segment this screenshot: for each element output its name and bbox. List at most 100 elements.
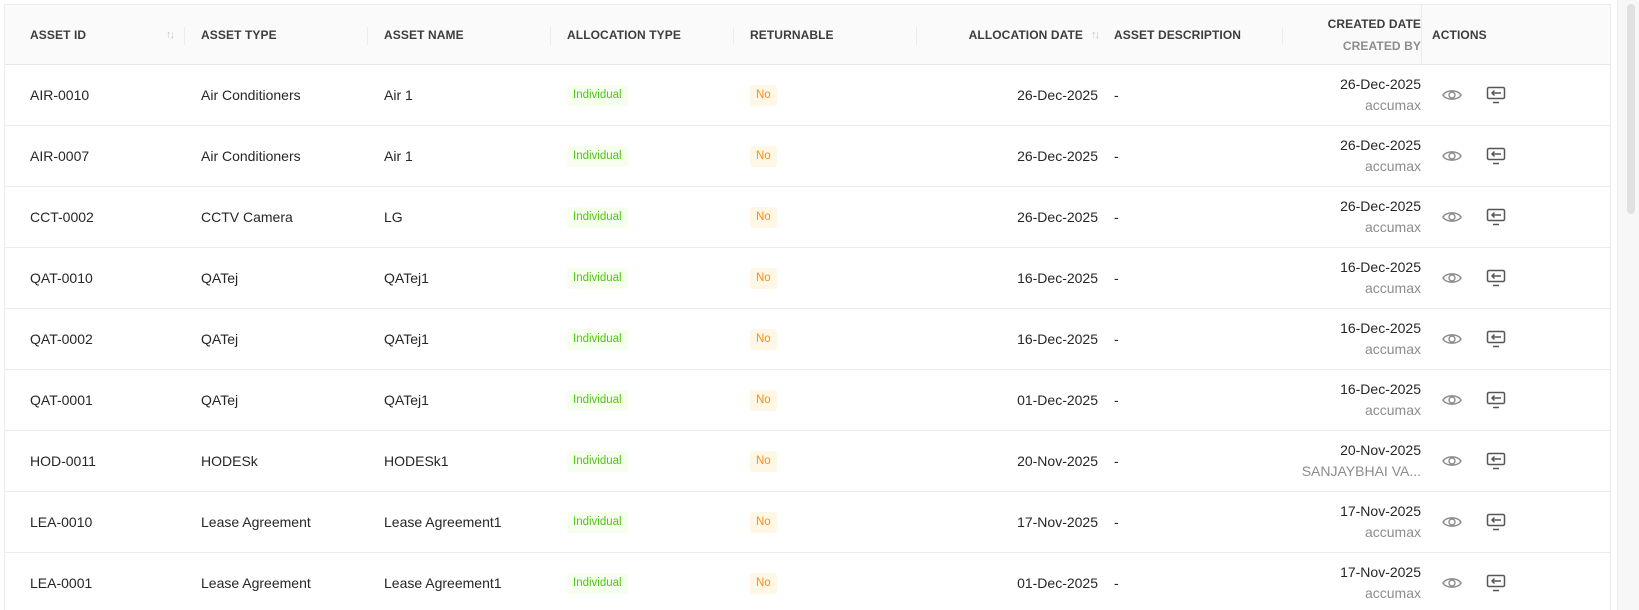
col-header-created-date: CREATED DATE	[1327, 16, 1421, 31]
sort-icon[interactable]: ↑↓	[166, 29, 175, 41]
returnable-tag: No	[750, 84, 777, 106]
asset-name-cell: LG	[384, 209, 403, 225]
asset-id-cell: QAT-0001	[30, 392, 93, 408]
allocation-type-tag: Individual	[567, 511, 628, 533]
col-header-created-by: CREATED BY	[1342, 38, 1421, 53]
returnable-tag: No	[750, 206, 777, 228]
monitor-arrow-icon[interactable]	[1485, 267, 1507, 289]
asset-type-cell: Lease Agreement	[201, 514, 311, 530]
asset-type-cell: Air Conditioners	[201, 148, 301, 164]
allocation-type-cell: Individual	[551, 187, 734, 247]
table-row[interactable]: AIR-0007 Air Conditioners Air 1 Individu…	[5, 126, 1610, 187]
asset-id-cell: QAT-0010	[30, 270, 93, 286]
created-by: accumax	[1364, 585, 1421, 601]
table-row[interactable]: LEA-0001 Lease Agreement Lease Agreement…	[5, 553, 1610, 610]
scrollbar-thumb[interactable]	[1627, 4, 1635, 214]
asset-name-cell: Lease Agreement1	[384, 575, 502, 591]
eye-icon[interactable]	[1441, 328, 1463, 350]
asset-type-cell: QATej	[201, 270, 239, 286]
col-header-asset-id[interactable]: ASSET ID ↑↓	[5, 5, 185, 65]
eye-icon[interactable]	[1441, 511, 1463, 533]
actions-cell	[1421, 309, 1591, 369]
asset-id-cell: QAT-0002	[30, 331, 93, 347]
monitor-arrow-icon[interactable]	[1485, 206, 1507, 228]
returnable-cell: No	[734, 309, 917, 369]
table-row[interactable]: HOD-0011 HODESk HODESk1 Individual No 20…	[5, 431, 1610, 492]
eye-icon[interactable]	[1441, 389, 1463, 411]
allocation-date-cell: 16-Dec-2025	[1017, 331, 1098, 347]
col-header-label: ASSET DESCRIPTION	[1114, 27, 1242, 42]
table-row[interactable]: QAT-0010 QATej QATej1 Individual No 16-D…	[5, 248, 1610, 309]
asset-type-cell: QATej	[201, 331, 239, 347]
allocation-type-tag: Individual	[567, 450, 628, 472]
table-row[interactable]: QAT-0002 QATej QATej1 Individual No 16-D…	[5, 309, 1610, 370]
returnable-tag: No	[750, 328, 777, 350]
created-cell: 17-Nov-2025 accumax	[1283, 492, 1421, 552]
created-cell: 26-Dec-2025 accumax	[1283, 126, 1421, 186]
sort-icon[interactable]: ↑↓	[1091, 29, 1100, 41]
created-date: 26-Dec-2025	[1340, 76, 1421, 92]
monitor-arrow-icon[interactable]	[1485, 328, 1507, 350]
asset-description-cell: -	[1114, 514, 1119, 530]
eye-icon[interactable]	[1441, 84, 1463, 106]
allocation-type-tag: Individual	[567, 389, 628, 411]
eye-icon[interactable]	[1441, 145, 1463, 167]
allocation-type-tag: Individual	[567, 267, 628, 289]
monitor-arrow-icon[interactable]	[1485, 511, 1507, 533]
returnable-tag: No	[750, 450, 777, 472]
actions-cell	[1421, 65, 1591, 125]
monitor-arrow-icon[interactable]	[1485, 389, 1507, 411]
asset-name-cell: QATej1	[384, 270, 429, 286]
created-cell: 16-Dec-2025 accumax	[1283, 370, 1421, 430]
allocation-type-tag: Individual	[567, 206, 628, 228]
eye-icon[interactable]	[1441, 450, 1463, 472]
col-header-label: ALLOCATION TYPE	[567, 27, 681, 42]
col-header-label: ACTIONS	[1432, 27, 1487, 42]
col-header-label: ASSET NAME	[384, 27, 464, 42]
allocation-type-cell: Individual	[551, 309, 734, 369]
created-date: 16-Dec-2025	[1340, 259, 1421, 275]
asset-id-cell: CCT-0002	[30, 209, 94, 225]
allocation-type-tag: Individual	[567, 145, 628, 167]
returnable-tag: No	[750, 267, 777, 289]
created-by: accumax	[1364, 524, 1421, 540]
col-header-allocation-type: ALLOCATION TYPE	[551, 5, 734, 65]
actions-cell	[1421, 431, 1591, 491]
monitor-arrow-icon[interactable]	[1485, 145, 1507, 167]
vertical-scrollbar[interactable]	[1617, 0, 1639, 610]
table-row[interactable]: AIR-0010 Air Conditioners Air 1 Individu…	[5, 65, 1610, 126]
returnable-tag: No	[750, 389, 777, 411]
asset-name-cell: Lease Agreement1	[384, 514, 502, 530]
allocation-type-cell: Individual	[551, 553, 734, 610]
table-row[interactable]: CCT-0002 CCTV Camera LG Individual No 26…	[5, 187, 1610, 248]
eye-icon[interactable]	[1441, 267, 1463, 289]
asset-id-cell: LEA-0010	[30, 514, 93, 530]
allocation-date-cell: 01-Dec-2025	[1017, 575, 1098, 591]
col-header-returnable: RETURNABLE	[734, 5, 917, 65]
allocation-date-cell: 26-Dec-2025	[1017, 209, 1098, 225]
allocation-type-tag: Individual	[567, 328, 628, 350]
eye-icon[interactable]	[1441, 206, 1463, 228]
returnable-cell: No	[734, 65, 917, 125]
monitor-arrow-icon[interactable]	[1485, 572, 1507, 594]
asset-id-cell: LEA-0001	[30, 575, 93, 591]
col-header-allocation-date[interactable]: ALLOCATION DATE ↑↓	[917, 5, 1100, 65]
actions-cell	[1421, 492, 1591, 552]
allocation-type-cell: Individual	[551, 65, 734, 125]
table-row[interactable]: QAT-0001 QATej QATej1 Individual No 01-D…	[5, 370, 1610, 431]
asset-name-cell: Air 1	[384, 148, 413, 164]
allocation-type-cell: Individual	[551, 431, 734, 491]
col-header-asset-description: ASSET DESCRIPTION	[1100, 5, 1283, 65]
col-header-label: RETURNABLE	[750, 27, 834, 42]
table-row[interactable]: LEA-0010 Lease Agreement Lease Agreement…	[5, 492, 1610, 553]
created-by: accumax	[1364, 219, 1421, 235]
actions-cell	[1421, 370, 1591, 430]
created-by: accumax	[1364, 280, 1421, 296]
returnable-tag: No	[750, 572, 777, 594]
allocation-type-cell: Individual	[551, 248, 734, 308]
eye-icon[interactable]	[1441, 572, 1463, 594]
monitor-arrow-icon[interactable]	[1485, 450, 1507, 472]
monitor-arrow-icon[interactable]	[1485, 84, 1507, 106]
col-header-asset-name: ASSET NAME	[368, 5, 551, 65]
asset-id-cell: HOD-0011	[30, 453, 96, 469]
